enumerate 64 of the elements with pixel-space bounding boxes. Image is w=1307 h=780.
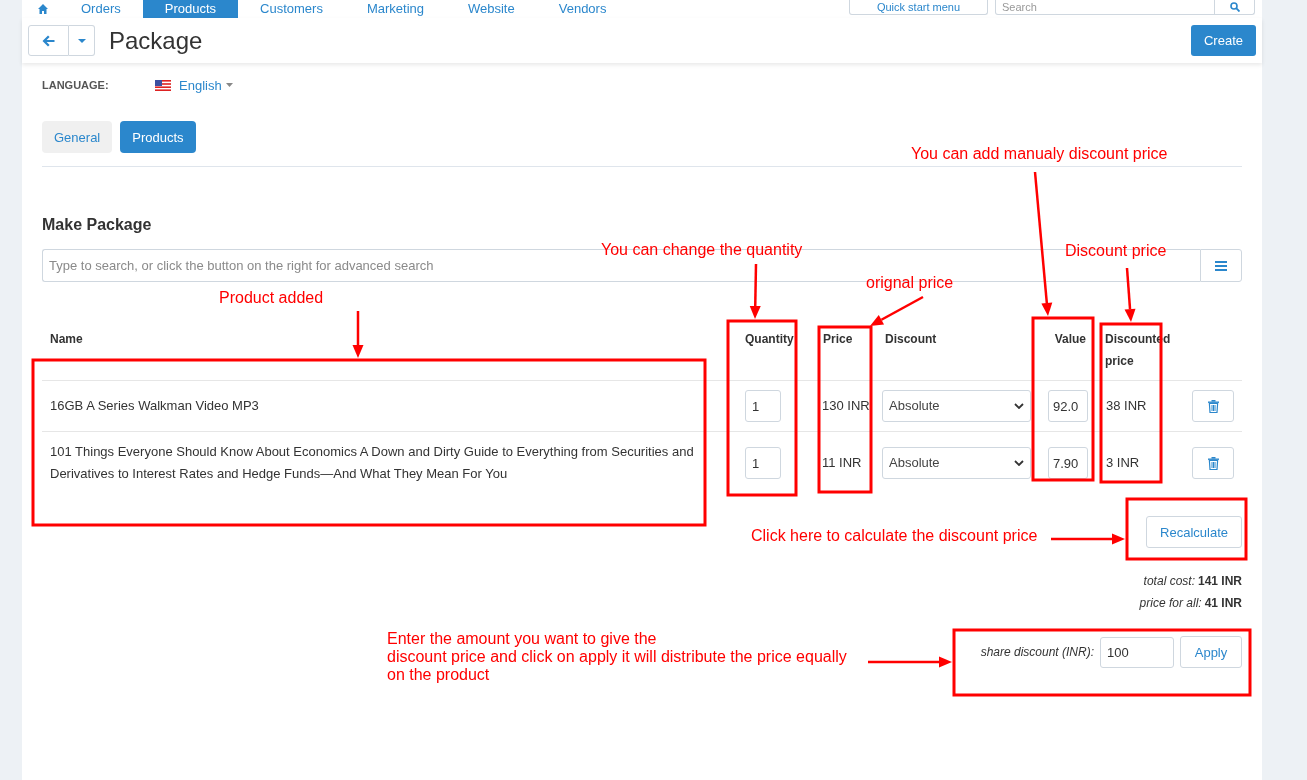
- column-header: Price: [823, 332, 853, 346]
- language-dropdown[interactable]: English: [155, 77, 233, 93]
- column-header: Value: [1054, 332, 1086, 346]
- annotation-text: You can add manualy discount price: [911, 145, 1168, 163]
- discount-value-input[interactable]: 7.90: [1048, 447, 1088, 479]
- share-discount-input[interactable]: 100: [1100, 636, 1174, 668]
- total-label: price for all:: [1139, 595, 1202, 612]
- language-label: LANGUAGE:: [42, 79, 110, 91]
- create-button[interactable]: Create: [1190, 25, 1256, 56]
- flag-icon: [155, 79, 171, 91]
- annotation-arrow: [352, 311, 364, 358]
- page-title: Package: [109, 25, 203, 56]
- advanced-search-button[interactable]: [1200, 249, 1242, 282]
- share-discount-label: share discount (INR):: [980, 645, 1094, 659]
- section-title: Make Package: [42, 215, 153, 235]
- search-button[interactable]: [1215, 0, 1255, 15]
- product-name: 101 Things Everyone Should Know About Economics A Down and Dirty Guide to Everything from Securities and Derivatives to Interest Rates and Hedge Funds—And What They Mean For You: [50, 444, 694, 481]
- caret-icon: [225, 83, 233, 87]
- annotation-arrow: [1124, 267, 1136, 322]
- quantity-input[interactable]: 1: [745, 390, 781, 422]
- column-header: Name: [50, 332, 83, 346]
- nav-tab[interactable]: Orders: [59, 0, 143, 18]
- discounted-price: 38 INR: [1106, 398, 1147, 413]
- quantity-input[interactable]: 1: [745, 447, 781, 479]
- total-label: total cost:: [1143, 573, 1195, 590]
- discount-type-select[interactable]: Absolute: [882, 390, 1031, 422]
- chevron-down-icon: [1014, 403, 1024, 409]
- recalculate-button[interactable]: Recalculate: [1146, 516, 1242, 548]
- nav-tab[interactable]: Vendors: [536, 0, 629, 18]
- home-icon[interactable]: [38, 4, 48, 14]
- chevron-down-icon: [1014, 460, 1024, 466]
- discount-type-select[interactable]: Absolute: [882, 447, 1031, 479]
- search-icon: [1229, 2, 1240, 12]
- total-value: 141 INR: [1197, 573, 1242, 590]
- annotation-text: Click here to calculate the discount price: [751, 527, 1038, 545]
- delete-button[interactable]: [1192, 390, 1234, 422]
- apply-button[interactable]: Apply: [1180, 636, 1242, 668]
- discounted-price: 3 INR: [1106, 455, 1140, 470]
- tab[interactable]: Products: [120, 121, 196, 153]
- total-value: 41 INR: [1204, 595, 1242, 612]
- discount-value-input[interactable]: 92.0: [1048, 390, 1088, 422]
- menu-icon: [1215, 260, 1227, 271]
- quick-start-button[interactable]: Quick start menu: [849, 0, 988, 15]
- caret-icon: [77, 38, 86, 43]
- back-button[interactable]: [28, 25, 69, 56]
- annotation-arrow: [749, 263, 761, 319]
- annotation-arrow: [870, 295, 924, 326]
- nav-tab[interactable]: Products: [142, 0, 239, 18]
- nav-tab[interactable]: Customers: [238, 0, 345, 18]
- arrow-left-icon: [42, 34, 55, 47]
- column-header: Quantity: [745, 332, 794, 346]
- nav-tab[interactable]: Marketing: [344, 0, 446, 18]
- tab[interactable]: General: [42, 121, 113, 153]
- column-header: Discount: [885, 332, 937, 346]
- search-field[interactable]: Search: [995, 0, 1215, 15]
- nav-tab[interactable]: Website: [446, 0, 537, 18]
- annotation-text: Enter the amount you want to give the discount price and click on apply it will distribute the price equally on the product: [387, 630, 847, 684]
- trash-icon: [1207, 456, 1219, 470]
- product-price: 11 INR: [822, 455, 862, 470]
- trash-icon: [1207, 399, 1219, 413]
- annotation-text: Product added: [219, 289, 324, 307]
- delete-button[interactable]: [1192, 447, 1234, 479]
- product-name: 16GB A Series Walkman Video MP3: [50, 398, 259, 413]
- product-price: 130 INR: [822, 398, 870, 413]
